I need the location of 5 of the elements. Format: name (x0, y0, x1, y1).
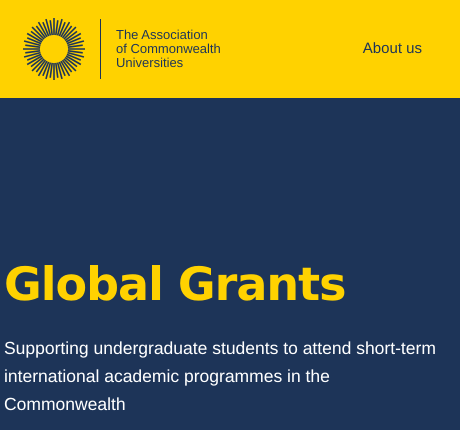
sunburst-logo-icon (22, 17, 86, 81)
page-subtitle: Supporting undergraduate students to attend short-term international academic programmes in the Commonwealth (4, 337, 437, 416)
page-title: Global Grants (4, 256, 346, 312)
about-us-link[interactable]: About us (362, 38, 422, 60)
organisation-name: The Association of Commonwealth Universities (116, 28, 221, 70)
